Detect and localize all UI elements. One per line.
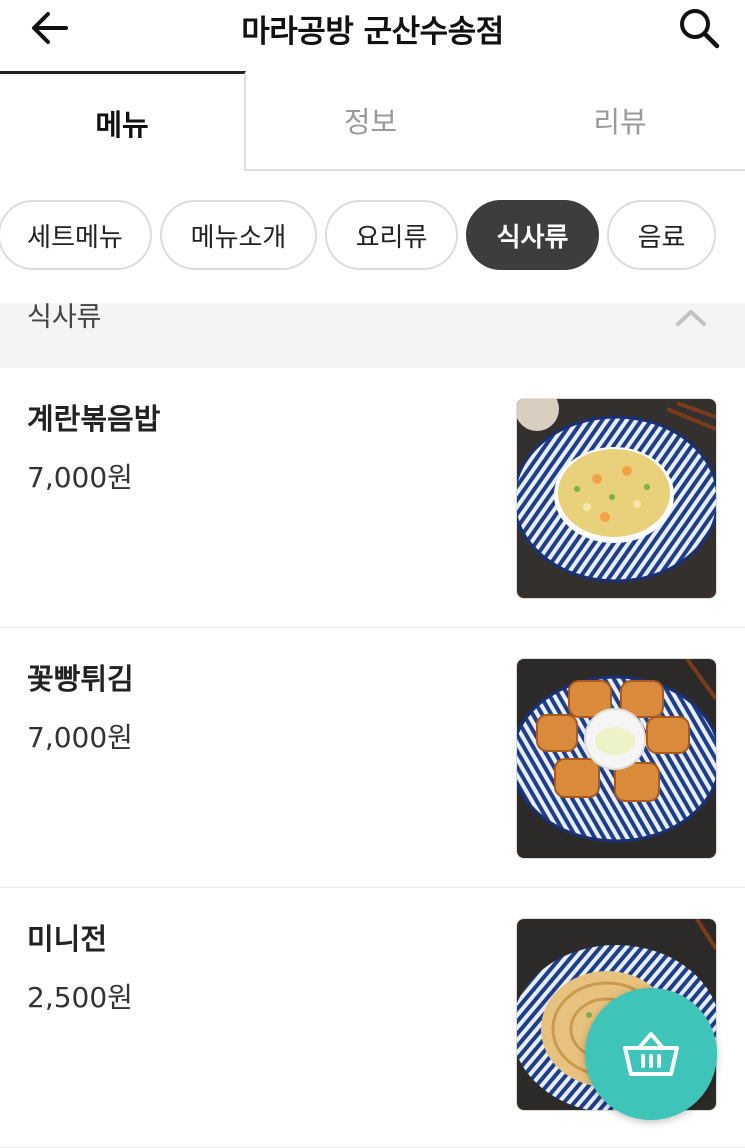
menu-item-name: 꽃빵튀김 [27,662,134,696]
fried-rice-photo [516,398,717,599]
cart-button[interactable] [585,988,717,1120]
menu-item-price: 7,000원 [27,721,133,754]
chip-dishes[interactable]: 요리류 [325,200,458,270]
basket-icon [623,1032,679,1076]
tab-menu[interactable]: 메뉴 [0,71,246,171]
fried-buns-photo [516,658,717,859]
tab-label: 리뷰 [593,105,647,139]
category-chip-bar: 세트메뉴 메뉴소개 요리류 식사류 음료 [0,200,745,272]
chevron-up-icon[interactable] [675,305,707,329]
chip-drinks[interactable]: 음료 [607,200,716,270]
tab-reviews[interactable]: 리뷰 [495,71,745,171]
tab-bar: 메뉴 정보 리뷰 [0,71,745,171]
tab-label: 메뉴 [95,107,149,142]
section-header[interactable]: 식사류 [0,303,745,369]
section-title: 식사류 [27,303,102,333]
search-icon [680,9,720,49]
page-title: 마라공방 군산수송점 [241,14,504,50]
menu-item-price: 7,000원 [27,461,133,494]
tab-info[interactable]: 정보 [246,71,495,171]
chip-set-menu[interactable]: 세트메뉴 [0,200,152,270]
menu-item-name: 미니전 [27,922,108,956]
chip-meals[interactable]: 식사류 [466,200,599,270]
tab-label: 정보 [343,105,398,139]
app-header: 마라공방 군산수송점 [0,0,745,72]
menu-item-name: 계란볶음밥 [27,402,161,436]
menu-item[interactable]: 계란볶음밥 7,000원 [0,368,745,628]
menu-item[interactable]: 꽃빵튀김 7,000원 [0,628,745,888]
menu-item-price: 2,500원 [27,981,133,1014]
chip-menu-intro[interactable]: 메뉴소개 [160,200,317,270]
search-button[interactable] [673,4,725,52]
